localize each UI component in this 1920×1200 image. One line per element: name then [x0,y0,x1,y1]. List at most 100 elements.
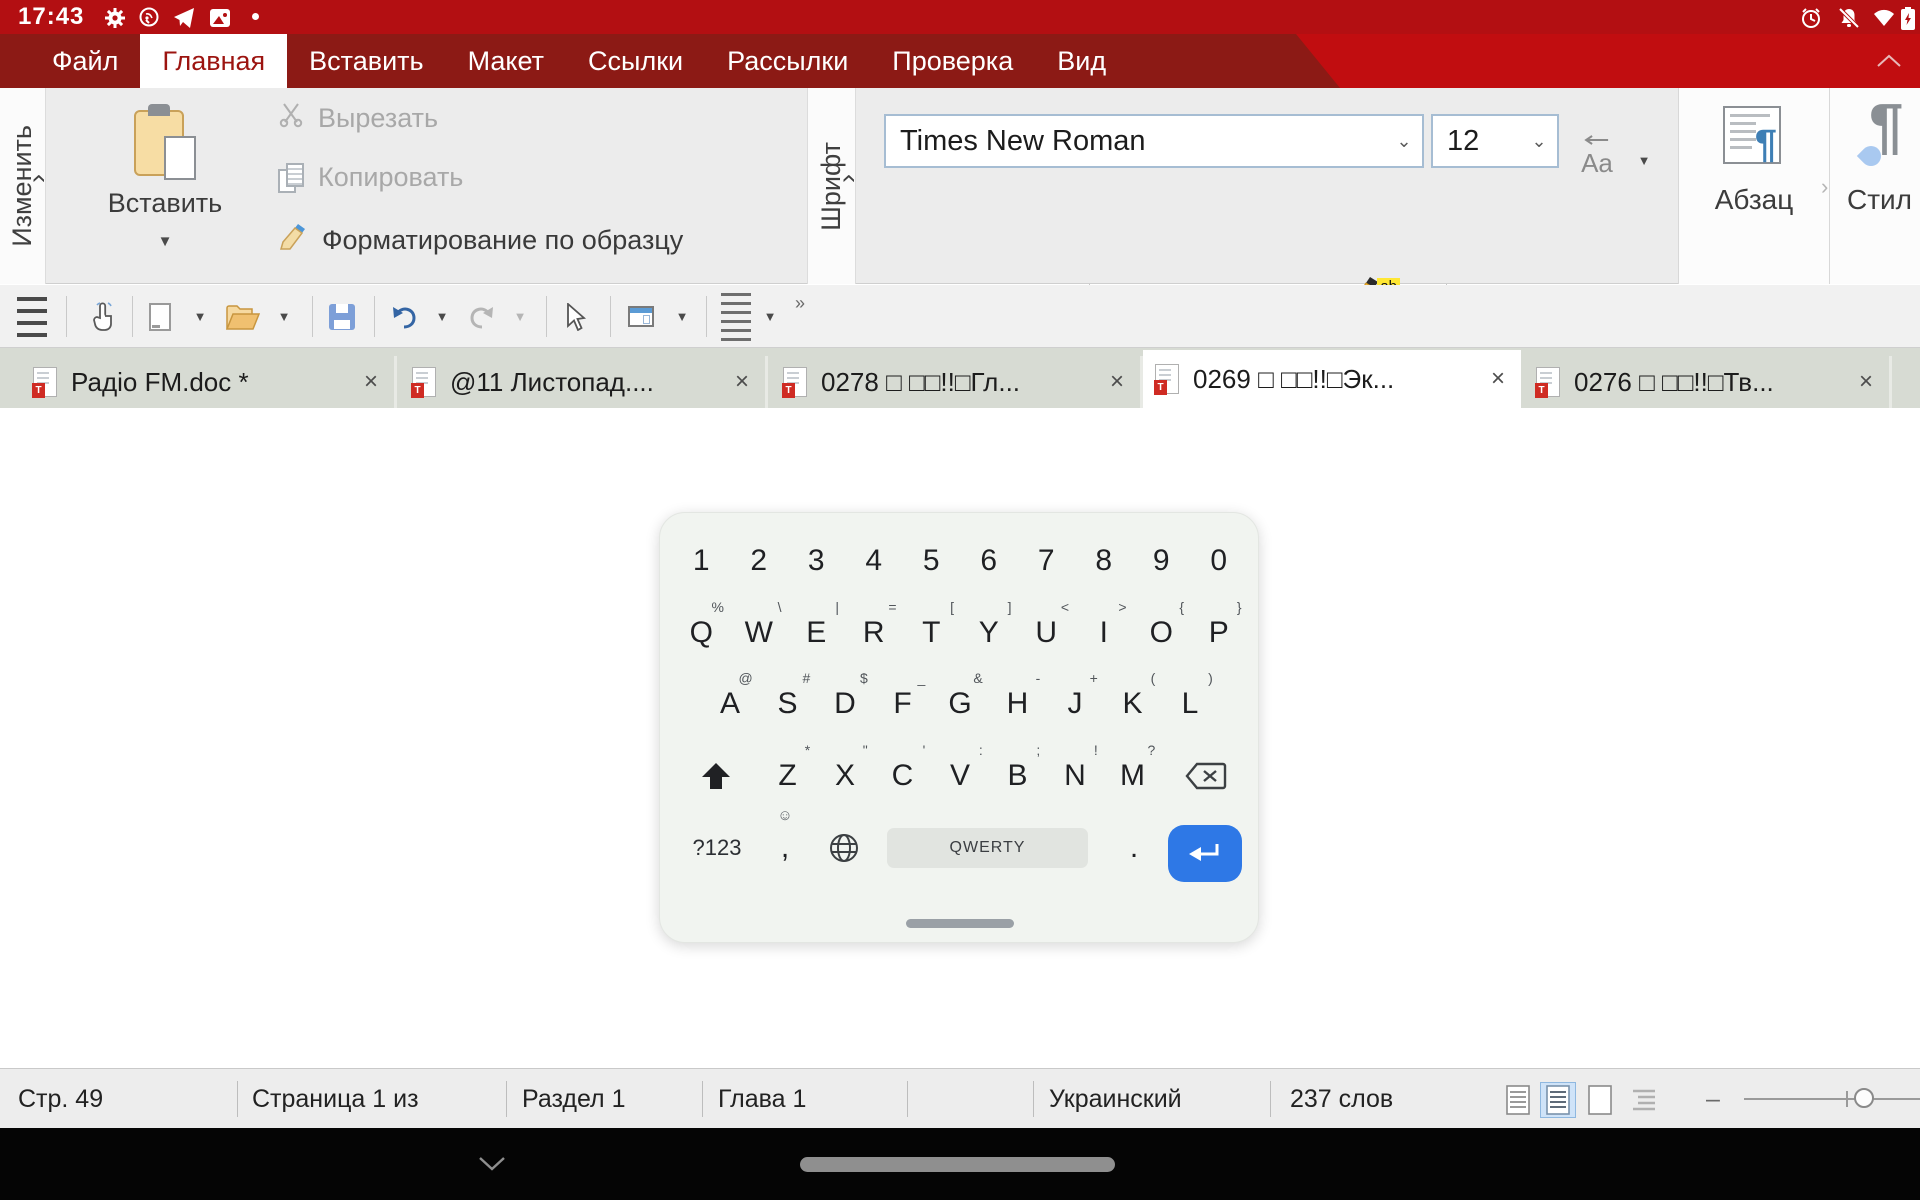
page-number-status[interactable]: Стр. 49 [18,1069,103,1129]
section-status[interactable]: Раздел 1 [522,1069,625,1129]
close-icon[interactable]: × [1104,368,1130,396]
space-key[interactable]: QWERTY [887,828,1088,868]
menu-tab-file[interactable]: Файл [30,34,140,88]
key-4[interactable]: 4 [845,538,903,584]
zoom-slider-track[interactable] [1744,1098,1920,1100]
key-i[interactable]: >I [1075,610,1133,656]
close-icon[interactable]: × [1485,365,1511,393]
key-h[interactable]: -H [989,681,1047,727]
key-1[interactable]: 1 [673,538,731,584]
paste-dropdown-icon[interactable]: ▼ [100,233,230,250]
menu-hamburger-button[interactable] [12,285,52,348]
key-l[interactable]: )L [1161,681,1219,727]
zoom-slider-thumb[interactable] [1854,1088,1874,1108]
copy-button[interactable]: Копировать [278,162,463,193]
view-web-layout-button[interactable] [1582,1082,1618,1118]
home-pill[interactable] [800,1157,1115,1172]
change-case-button[interactable]: Aa [1581,120,1613,179]
doc-tab-2[interactable]: T @11 Листопад.... × [400,356,768,408]
key-c[interactable]: 'C [874,753,932,799]
redo-button[interactable] [462,285,502,348]
save-button[interactable] [322,285,362,348]
toolbar-overflow-button[interactable]: » [795,293,805,314]
menu-tab-insert[interactable]: Вставить [287,34,445,88]
key-k[interactable]: (K [1104,681,1162,727]
window-layout-button[interactable] [622,285,660,348]
window-layout-dropdown[interactable]: ▼ [668,285,690,348]
view-read-mode-button[interactable] [1500,1082,1536,1118]
key-s[interactable]: #S [759,681,817,727]
close-icon[interactable]: × [1853,368,1879,396]
undo-dropdown[interactable]: ▼ [428,285,450,348]
document-canvas[interactable]: 1 2 3 4 5 6 7 8 9 0 %Q \W |E =R [T ]Y <U… [0,408,1920,1068]
open-file-button[interactable] [220,285,266,348]
key-2[interactable]: 2 [730,538,788,584]
doc-tab-3[interactable]: T 0278 □ □□!!□Гл... × [771,356,1143,408]
key-v[interactable]: :V [931,753,989,799]
font-size-combobox[interactable]: 12 ⌄ [1431,114,1559,168]
menu-tab-review[interactable]: Проверка [870,34,1035,88]
key-n[interactable]: !N [1046,753,1104,799]
key-j[interactable]: +J [1046,681,1104,727]
hide-keyboard-icon[interactable] [478,1156,506,1176]
key-r[interactable]: =R [845,610,903,656]
close-icon[interactable]: × [358,368,384,396]
period-key[interactable]: . [1110,823,1158,873]
paragraph-marks-dropdown[interactable]: ▼ [756,285,778,348]
key-3[interactable]: 3 [788,538,846,584]
key-w[interactable]: \W [730,610,788,656]
key-o[interactable]: {O [1133,610,1191,656]
key-g[interactable]: &G [931,681,989,727]
key-y[interactable]: ]Y [960,610,1018,656]
menu-tab-layout[interactable]: Макет [446,34,566,88]
backspace-key[interactable] [1180,753,1232,799]
menu-tab-references[interactable]: Ссылки [566,34,705,88]
paragraph-marks-button[interactable] [716,285,756,348]
comma-key[interactable]: ☺ , [760,823,810,873]
new-document-button[interactable] [144,285,176,348]
key-p[interactable]: }P [1190,610,1248,656]
menu-tab-mailings[interactable]: Рассылки [705,34,870,88]
key-b[interactable]: ;B [989,753,1047,799]
view-print-layout-button[interactable] [1540,1082,1576,1118]
key-f[interactable]: _F [874,681,932,727]
keyboard-handle[interactable] [906,919,1014,928]
font-name-combobox[interactable]: Times New Roman ⌄ [884,114,1424,168]
open-file-dropdown[interactable]: ▼ [270,285,292,348]
collapse-ribbon-icon[interactable] [1876,54,1902,73]
language-status[interactable]: Украинский [1049,1069,1182,1129]
new-document-dropdown[interactable]: ▼ [186,285,208,348]
format-painter-button[interactable]: Форматирование по образцу [278,222,683,259]
key-x[interactable]: "X [816,753,874,799]
doc-tab-4-active[interactable]: T 0269 □ □□!!□Эк... × [1143,350,1521,408]
touch-mode-button[interactable] [80,285,124,348]
key-0[interactable]: 0 [1190,538,1248,584]
key-6[interactable]: 6 [960,538,1018,584]
undo-button[interactable] [384,285,424,348]
shift-key[interactable] [692,753,740,799]
key-7[interactable]: 7 [1018,538,1076,584]
key-t[interactable]: [T [903,610,961,656]
edit-panel-tab[interactable]: Изменить › [0,88,46,284]
menu-tab-home[interactable]: Главная [140,34,287,88]
symbols-key[interactable]: ?123 [682,823,752,873]
key-9[interactable]: 9 [1133,538,1191,584]
paste-button[interactable]: Вставить ▼ [100,100,230,250]
key-z[interactable]: *Z [759,753,817,799]
menu-tab-view[interactable]: Вид [1035,34,1128,88]
key-d[interactable]: $D [816,681,874,727]
change-case-dropdown[interactable]: ▼ [1638,140,1651,172]
zoom-out-button[interactable]: – [1706,1069,1720,1129]
chapter-status[interactable]: Глава 1 [718,1069,806,1129]
doc-tab-5[interactable]: T 0276 □ □□!!□Тв... × [1524,356,1892,408]
key-u[interactable]: <U [1018,610,1076,656]
key-e[interactable]: |E [788,610,846,656]
redo-dropdown[interactable]: ▼ [506,285,528,348]
paragraph-label[interactable]: Абзац [1679,184,1829,216]
word-count-status[interactable]: 237 слов [1290,1069,1393,1129]
enter-key[interactable] [1168,825,1242,882]
key-5[interactable]: 5 [903,538,961,584]
doc-tab-1[interactable]: T Радіо FM.doc * × [21,356,397,408]
key-m[interactable]: ?M [1104,753,1162,799]
close-icon[interactable]: × [729,368,755,396]
